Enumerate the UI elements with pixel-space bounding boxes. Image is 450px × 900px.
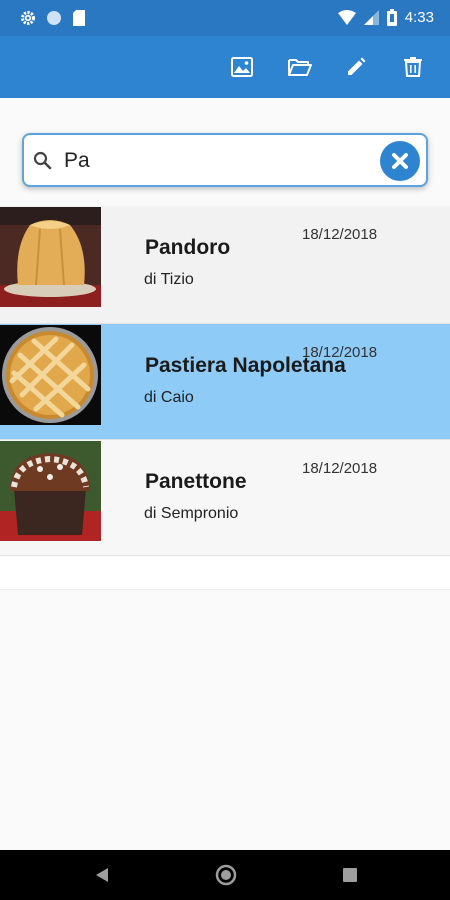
recipe-title: Pandoro	[145, 236, 231, 259]
status-time: 4:33	[404, 9, 434, 26]
trash-icon	[404, 57, 422, 77]
recents-button[interactable]	[338, 863, 362, 887]
folder-open-icon	[288, 59, 312, 76]
recipe-row-pastiera[interactable]: Pastiera Napoletana di Caio 18/12/2018	[0, 324, 450, 440]
back-button[interactable]	[90, 863, 114, 887]
home-icon	[215, 864, 237, 886]
recipe-row-pandoro[interactable]: Pandoro di Tizio 18/12/2018	[0, 206, 450, 324]
recipe-date: 18/12/2018	[302, 344, 378, 361]
navigation-bar	[0, 850, 450, 900]
recipe-author: di Tizio	[144, 271, 194, 288]
home-button[interactable]	[214, 863, 238, 887]
search-box	[22, 133, 428, 187]
recipe-date: 18/12/2018	[302, 226, 378, 243]
edit-button[interactable]	[341, 52, 371, 82]
gear-icon	[21, 11, 35, 25]
status-bar: 4:33	[0, 0, 450, 36]
circle-icon	[47, 11, 61, 25]
app-bar	[0, 36, 450, 98]
search-input[interactable]	[64, 143, 364, 179]
battery-icon	[386, 9, 397, 26]
recipe-row-panettone[interactable]: Panettone di Sempronio 18/12/2018	[0, 440, 450, 556]
delete-button[interactable]	[398, 52, 428, 82]
wifi-icon	[337, 10, 356, 25]
recents-icon	[343, 868, 357, 882]
back-icon	[96, 868, 108, 882]
recipe-list: Pandoro di Tizio 18/12/2018 Pastiera Nap…	[0, 206, 450, 590]
sd-card-icon	[73, 10, 85, 26]
image-icon	[231, 57, 253, 77]
search-icon	[33, 151, 52, 170]
recipe-date: 18/12/2018	[302, 460, 378, 477]
recipe-author: di Caio	[144, 389, 194, 406]
list-footer	[0, 556, 450, 590]
recipe-author: di Sempronio	[144, 505, 239, 522]
recipe-photo-panettone	[0, 441, 101, 541]
recipe-photo-pastiera	[0, 325, 101, 425]
close-icon	[392, 153, 408, 169]
clear-search-button[interactable]	[380, 141, 420, 181]
gallery-button[interactable]	[227, 52, 257, 82]
recipe-photo-pandoro	[0, 207, 101, 307]
pencil-icon	[348, 57, 366, 75]
recipe-title: Panettone	[145, 470, 247, 493]
signal-icon	[363, 10, 379, 25]
open-folder-button[interactable]	[285, 52, 315, 82]
